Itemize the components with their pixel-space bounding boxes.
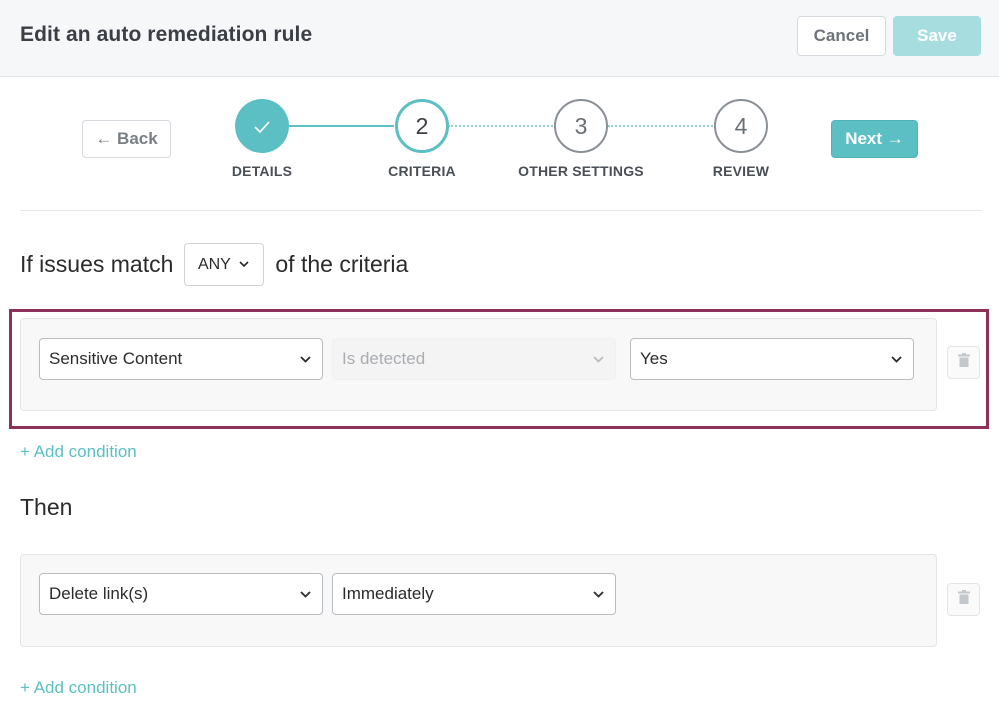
action-select[interactable]: Delete link(s): [39, 573, 323, 615]
action-value: Delete link(s): [49, 584, 149, 603]
condition-operator-value: Is detected: [342, 349, 426, 368]
next-button[interactable]: Next →: [831, 120, 918, 158]
condition-field-value: Sensitive Content: [49, 349, 183, 368]
step-1-circle[interactable]: [235, 99, 289, 153]
condition-field-select[interactable]: Sensitive Content: [39, 338, 323, 380]
step-2-label: CRITERIA: [388, 163, 456, 179]
step-4-label: REVIEW: [712, 163, 770, 179]
condition-value-select[interactable]: Yes: [630, 338, 914, 380]
action-timing-value: Immediately: [342, 584, 434, 603]
back-button[interactable]: ← Back: [82, 120, 171, 158]
step-3-label: OTHER SETTINGS: [518, 163, 644, 179]
then-heading: Then: [20, 494, 73, 520]
match-prefix: If issues match: [20, 251, 174, 277]
match-mode-select[interactable]: ANY: [184, 243, 265, 286]
add-action-condition-link[interactable]: + Add condition: [20, 678, 137, 698]
delete-condition-button[interactable]: [947, 346, 980, 379]
match-row: If issues match ANY of the criteria: [20, 243, 408, 286]
match-suffix: of the criteria: [275, 251, 409, 277]
chevron-down-icon: [298, 352, 312, 366]
step-1-label: DETAILS: [231, 163, 293, 179]
chevron-down-icon: [591, 352, 605, 366]
step-4-circle[interactable]: 4: [714, 99, 768, 153]
page-header: Edit an auto remediation rule Cancel Sav…: [0, 0, 999, 77]
save-button[interactable]: Save: [893, 16, 981, 56]
trash-icon: [957, 590, 970, 609]
trash-icon: [957, 353, 970, 372]
check-icon: [253, 113, 271, 140]
step-connector-3: [608, 125, 713, 127]
condition-operator-select: Is detected: [332, 338, 616, 380]
delete-action-button[interactable]: [947, 583, 980, 616]
step-connector-2: [448, 125, 553, 127]
cancel-button[interactable]: Cancel: [797, 16, 886, 56]
chevron-down-icon: [237, 258, 251, 272]
page-title: Edit an auto remediation rule: [20, 23, 313, 46]
step-connector-1: [288, 125, 394, 127]
section-divider: [20, 210, 981, 211]
chevron-down-icon: [298, 587, 312, 601]
step-3-circle[interactable]: 3: [554, 99, 608, 153]
chevron-down-icon: [889, 352, 903, 366]
match-mode-value: ANY: [197, 255, 231, 273]
chevron-down-icon: [591, 587, 605, 601]
add-condition-link[interactable]: + Add condition: [20, 442, 137, 462]
step-2-circle[interactable]: 2: [395, 99, 449, 153]
action-timing-select[interactable]: Immediately: [332, 573, 616, 615]
condition-value-value: Yes: [640, 349, 668, 368]
